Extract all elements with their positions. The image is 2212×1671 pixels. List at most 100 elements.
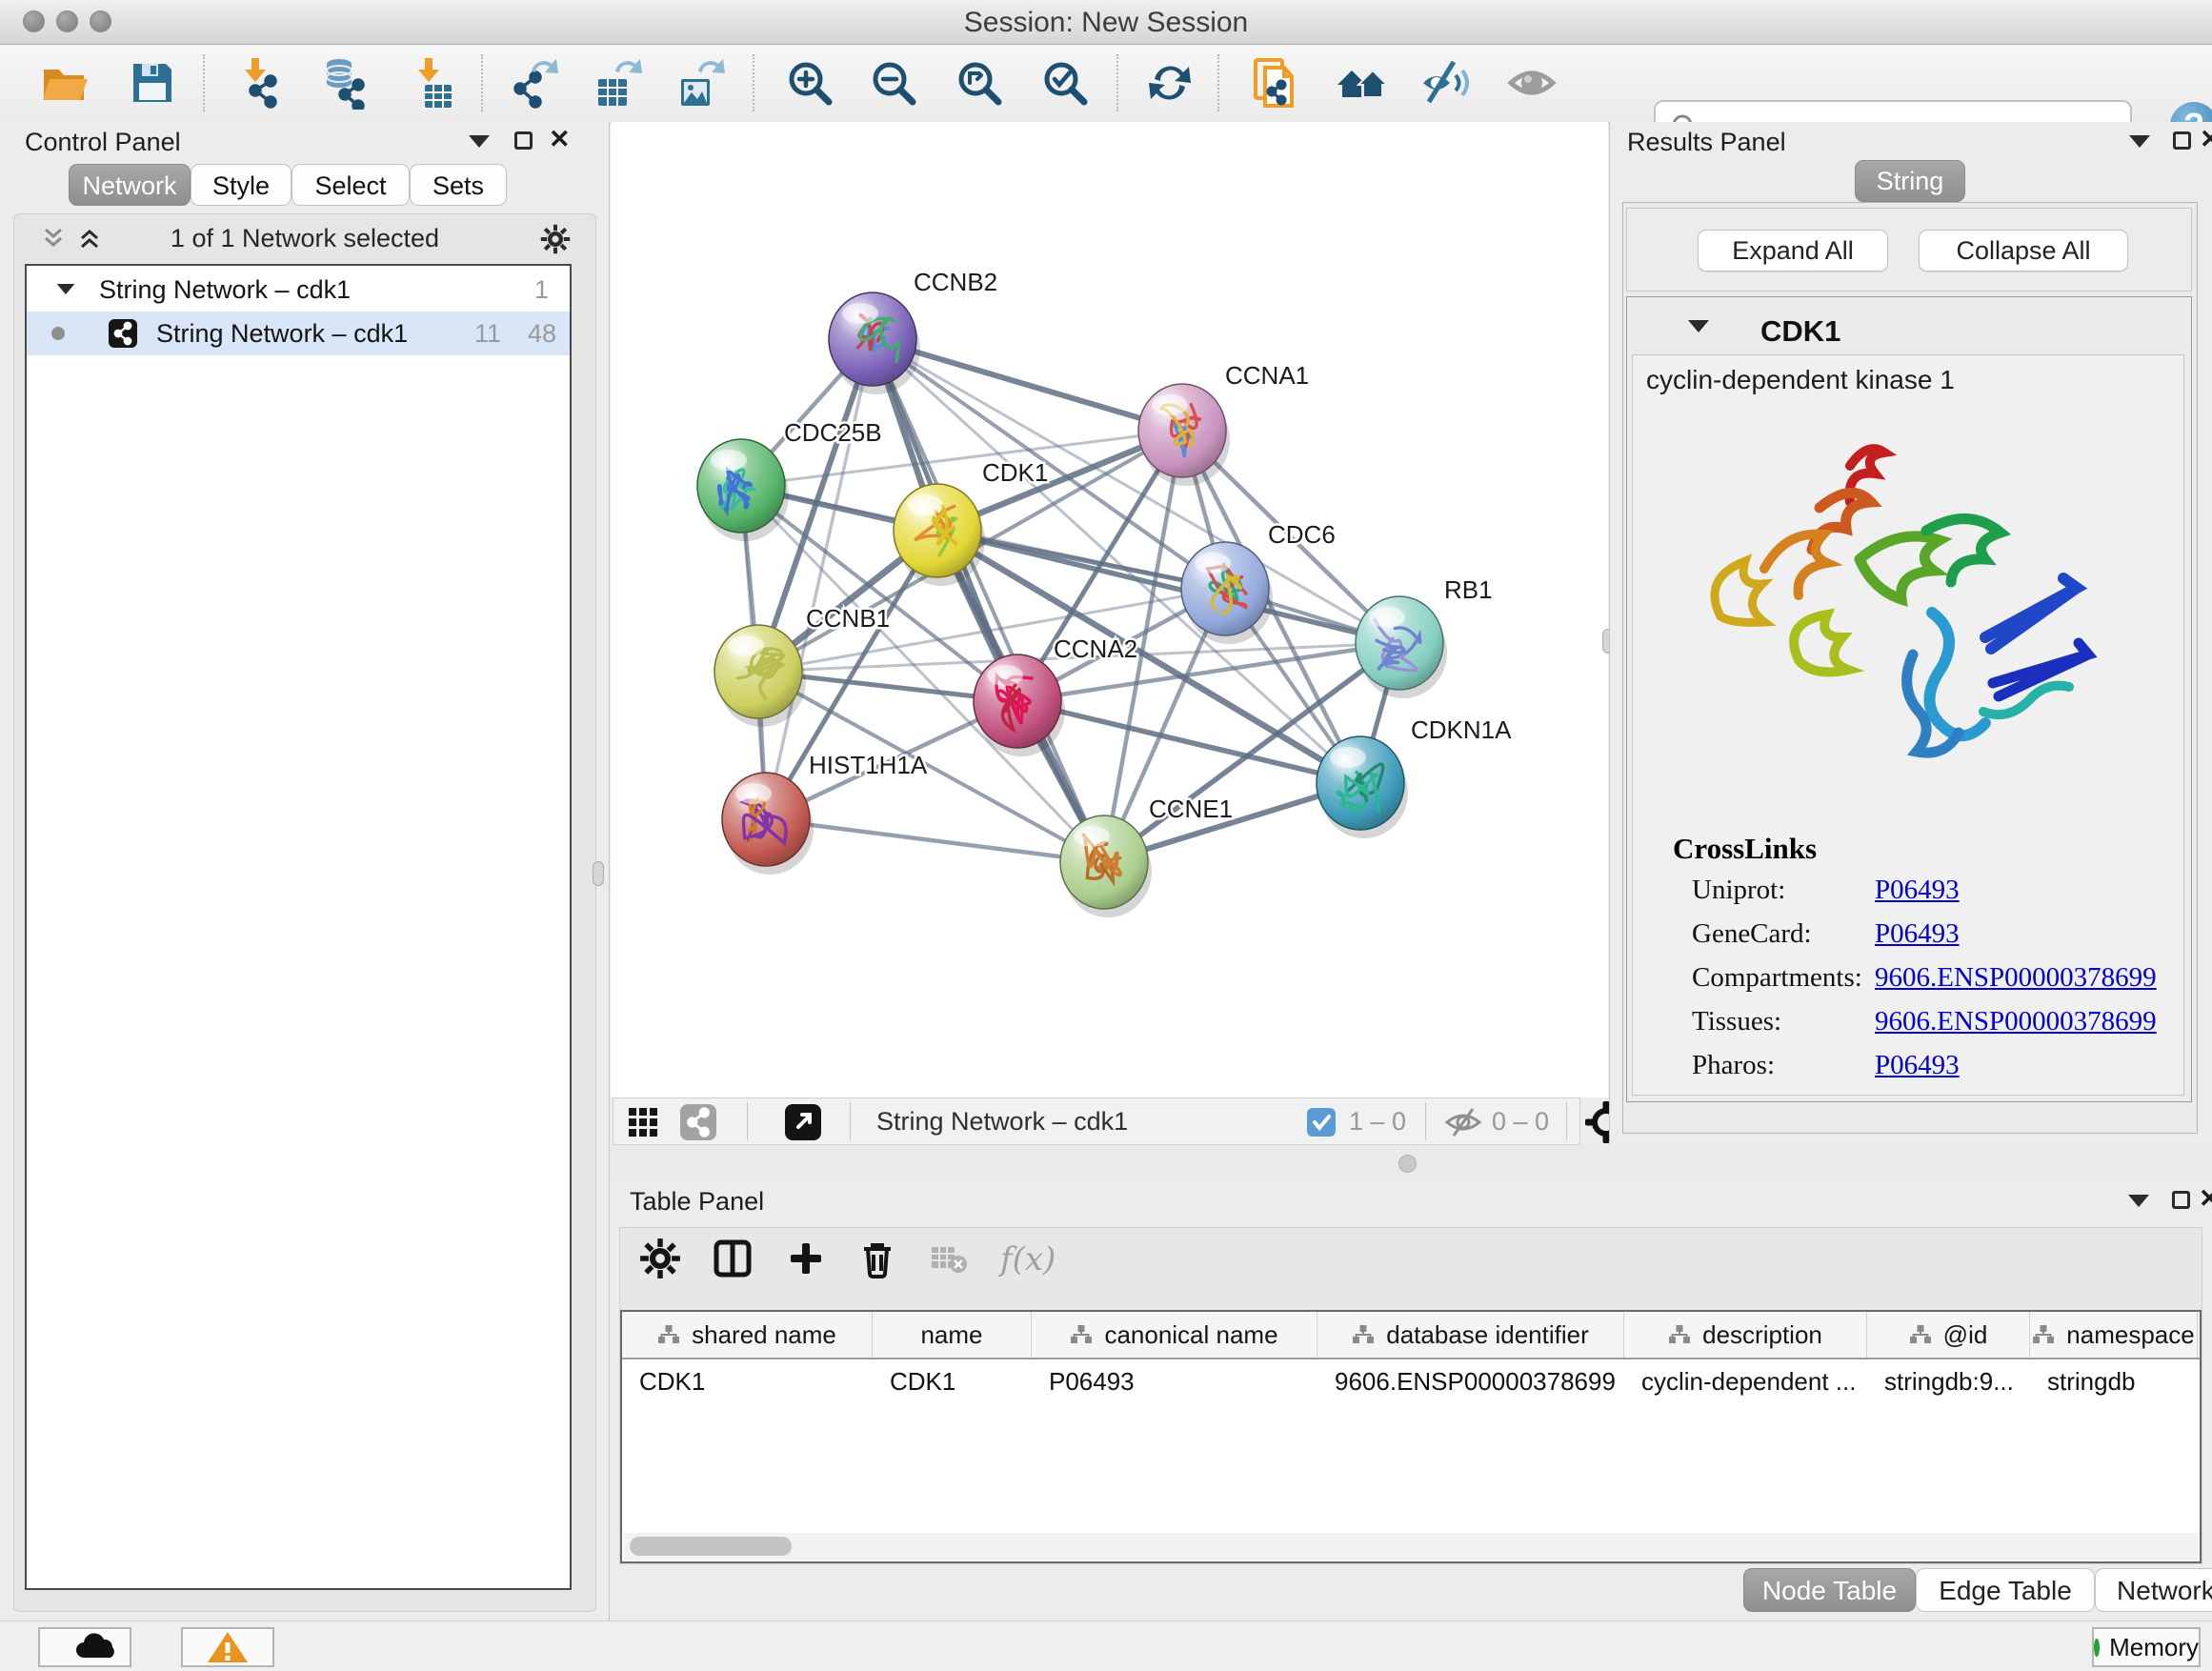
table-row[interactable]: CDK1CDK1P064939606.ENSP00000378699cyclin… bbox=[622, 1359, 2200, 1403]
panel-menu-icon[interactable] bbox=[2128, 1195, 2149, 1207]
zoom-selected-icon[interactable] bbox=[1038, 56, 1092, 110]
crosslink-link[interactable]: 9606.ENSP00000378699 bbox=[1875, 962, 2157, 994]
column-header[interactable]: shared name bbox=[622, 1312, 873, 1358]
horizontal-scrollbar[interactable] bbox=[624, 1533, 2198, 1560]
network-from-document-icon[interactable] bbox=[1250, 56, 1303, 110]
zoom-out-icon[interactable] bbox=[867, 56, 920, 110]
panel-float-icon[interactable] bbox=[514, 131, 533, 150]
memory-button[interactable]: Memory bbox=[2092, 1627, 2201, 1667]
network-view[interactable]: CCNB2CCNA1CDC25BCDK1CDC6RB1CCNB1CCNA2CDK… bbox=[611, 122, 1608, 1097]
panel-close-icon[interactable]: ✕ bbox=[549, 128, 571, 151]
table-cell[interactable]: 9606.ENSP00000378699 bbox=[1317, 1367, 1624, 1397]
column-header[interactable]: namespace bbox=[2030, 1312, 2198, 1358]
show-graphics-details-icon[interactable] bbox=[1505, 56, 1558, 110]
network-edge-count: 48 bbox=[528, 319, 556, 349]
column-header[interactable]: canonical name bbox=[1032, 1312, 1317, 1358]
protein-expand-icon[interactable] bbox=[1688, 320, 1709, 332]
network-edge[interactable] bbox=[766, 819, 1104, 862]
table-cell[interactable]: CDK1 bbox=[873, 1367, 1032, 1397]
crosslink-link[interactable]: P06493 bbox=[1875, 1050, 1960, 1081]
clear-table-icon[interactable] bbox=[928, 1238, 972, 1281]
protein-description: cyclin-dependent kinase 1 bbox=[1646, 365, 1955, 395]
warning-button[interactable] bbox=[181, 1627, 274, 1667]
selected-checkbox-icon[interactable] bbox=[1307, 1108, 1336, 1137]
column-header[interactable]: database identifier bbox=[1317, 1312, 1624, 1358]
horizontal-splitter[interactable] bbox=[611, 1145, 2212, 1181]
panel-menu-icon[interactable] bbox=[469, 135, 490, 148]
add-icon[interactable] bbox=[785, 1238, 829, 1281]
window-title: Session: New Session bbox=[0, 7, 2212, 39]
hide-graphics-details-icon[interactable] bbox=[1419, 56, 1473, 110]
network-node-CCNB1[interactable] bbox=[714, 625, 806, 727]
tab-sets[interactable]: Sets bbox=[410, 164, 507, 206]
open-in-window-icon[interactable] bbox=[785, 1104, 821, 1140]
table-cell[interactable]: P06493 bbox=[1032, 1367, 1317, 1397]
network-node-CDKN1A[interactable] bbox=[1317, 736, 1408, 838]
column-header[interactable]: description bbox=[1624, 1312, 1867, 1358]
panel-float-icon[interactable] bbox=[2172, 1191, 2190, 1209]
network-edge[interactable] bbox=[766, 339, 873, 819]
crosslink-link[interactable]: P06493 bbox=[1875, 875, 1960, 906]
network-collection-row[interactable]: String Network – cdk1 1 bbox=[27, 268, 570, 312]
node-label-HIST1H1A: HIST1H1A bbox=[809, 751, 928, 779]
import-network-database-icon[interactable] bbox=[316, 56, 370, 110]
save-session-icon[interactable] bbox=[126, 56, 179, 110]
expand-all-button[interactable]: Expand All bbox=[1698, 230, 1888, 272]
network-node-RB1[interactable] bbox=[1356, 596, 1447, 698]
table-cell[interactable]: cyclin-dependent ... bbox=[1624, 1367, 1867, 1397]
collection-expand-icon[interactable] bbox=[57, 284, 75, 294]
toolbar-separator bbox=[203, 54, 205, 111]
zoom-in-icon[interactable] bbox=[783, 56, 836, 110]
export-image-icon[interactable] bbox=[674, 56, 727, 110]
network-node-CDC6[interactable] bbox=[1181, 542, 1273, 644]
panel-float-icon[interactable] bbox=[2173, 131, 2191, 150]
show-columns-icon[interactable] bbox=[712, 1238, 755, 1281]
function-builder-icon[interactable]: f(x) bbox=[995, 1238, 1071, 1281]
tab-edge-table[interactable]: Edge Table bbox=[1916, 1568, 2095, 1612]
scrollbar-thumb[interactable] bbox=[630, 1537, 792, 1556]
horizontal-splitter-handle[interactable] bbox=[1398, 1155, 1417, 1173]
network-node-CCNE1[interactable] bbox=[1060, 815, 1152, 917]
collapse-all-button[interactable]: Collapse All bbox=[1919, 230, 2128, 272]
tab-network[interactable]: Network bbox=[69, 164, 191, 206]
string-home-icon[interactable] bbox=[1336, 56, 1389, 110]
export-table-icon[interactable] bbox=[591, 56, 644, 110]
table-cell[interactable]: stringdb:9... bbox=[1867, 1367, 2030, 1397]
zoom-fit-icon[interactable] bbox=[953, 56, 1006, 110]
panel-menu-icon[interactable] bbox=[2129, 135, 2150, 148]
crosslink-link[interactable]: 9606.ENSP00000378699 bbox=[1875, 1006, 2157, 1037]
tab-node-table[interactable]: Node Table bbox=[1743, 1568, 1916, 1612]
tab-style[interactable]: Style bbox=[191, 164, 292, 206]
network-edge[interactable] bbox=[873, 339, 1104, 862]
open-session-icon[interactable] bbox=[38, 56, 91, 110]
table-cell[interactable]: CDK1 bbox=[622, 1367, 873, 1397]
network-node-CDK1[interactable] bbox=[894, 484, 985, 586]
left-splitter-handle[interactable] bbox=[593, 861, 604, 886]
network-node-CCNA1[interactable] bbox=[1138, 384, 1230, 486]
gear-icon[interactable] bbox=[540, 224, 571, 254]
share-view-icon[interactable] bbox=[680, 1104, 716, 1140]
panel-close-icon[interactable]: ✕ bbox=[2199, 1187, 2212, 1210]
import-network-file-icon[interactable] bbox=[232, 56, 286, 110]
tab-select[interactable]: Select bbox=[292, 164, 410, 206]
crosslink-link[interactable]: P06493 bbox=[1875, 918, 1960, 950]
delete-icon[interactable] bbox=[856, 1238, 900, 1281]
export-network-icon[interactable] bbox=[507, 56, 560, 110]
cloud-button[interactable] bbox=[38, 1627, 131, 1667]
table-cell[interactable]: stringdb bbox=[2030, 1367, 2198, 1397]
column-header[interactable]: name bbox=[873, 1312, 1032, 1358]
hidden-eye-icon[interactable] bbox=[1444, 1106, 1482, 1138]
tab-string[interactable]: String bbox=[1855, 160, 1965, 202]
panel-close-icon[interactable]: ✕ bbox=[2200, 128, 2212, 151]
import-table-file-icon[interactable] bbox=[404, 56, 457, 110]
table-gear-icon[interactable] bbox=[639, 1238, 683, 1281]
column-header[interactable]: @id bbox=[1867, 1312, 2030, 1358]
update-network-icon[interactable] bbox=[1143, 56, 1196, 110]
toolbar-separator bbox=[1116, 54, 1118, 111]
network-row[interactable]: String Network – cdk1 11 48 bbox=[27, 312, 570, 355]
grid-view-icon[interactable] bbox=[627, 1106, 659, 1138]
network-node-CCNB2[interactable] bbox=[829, 292, 920, 394]
tab-network-table[interactable]: Network Table bbox=[2095, 1568, 2212, 1612]
network-node-HIST1H1A[interactable] bbox=[722, 773, 814, 875]
network-node-CDC25B[interactable] bbox=[697, 439, 789, 541]
